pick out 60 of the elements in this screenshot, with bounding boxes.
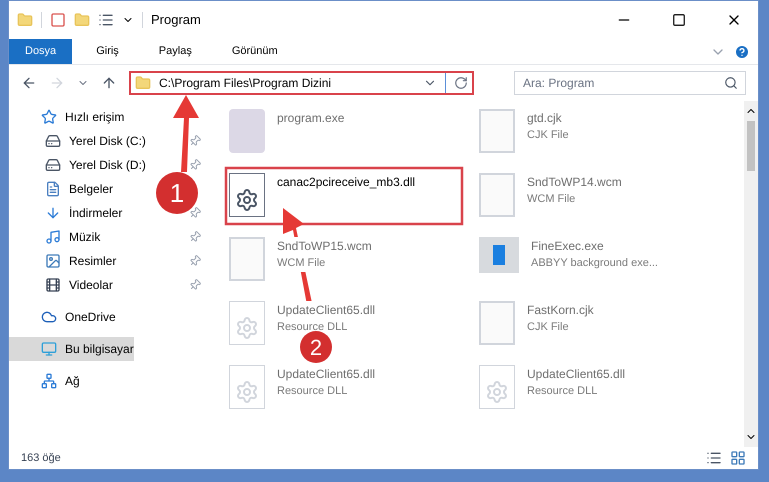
refresh-icon[interactable]: [454, 76, 468, 90]
ribbon-tab[interactable]: Dosya: [9, 39, 72, 64]
film-icon: [45, 277, 61, 293]
drive-icon: [45, 157, 61, 173]
picture-icon: [45, 253, 61, 269]
maximize-icon[interactable]: [672, 13, 686, 27]
view-menu-icon[interactable]: [98, 12, 114, 28]
large-icons-view-icon[interactable]: [730, 450, 746, 466]
sidebar-item[interactable]: Müzik: [45, 225, 100, 249]
blank-file-icon: [479, 173, 515, 217]
file-item[interactable]: program.exe: [209, 105, 459, 169]
scrollbar[interactable]: [744, 101, 758, 447]
window-icon: [479, 237, 519, 273]
blank-file-icon: [229, 237, 265, 281]
item-count: 163 öğe: [21, 450, 62, 466]
network-icon: [41, 373, 57, 389]
file-item[interactable]: UpdateClient65.dll Resource DLL: [459, 361, 709, 425]
sidebar-item[interactable]: Videolar: [45, 273, 113, 297]
file-item[interactable]: FineExec.exe ABBYY background exe...: [459, 233, 709, 297]
cloud-icon: [41, 309, 57, 325]
window-title: Program: [151, 11, 202, 30]
monitor-icon: [41, 341, 57, 357]
sidebar-item[interactable]: Yerel Disk (C:): [45, 129, 146, 153]
music-note-icon: [45, 229, 61, 245]
scroll-thumb[interactable]: [747, 121, 755, 171]
file-item[interactable]: UpdateClient65.dll Resource DLL: [209, 361, 459, 425]
gear-file-icon: [229, 301, 265, 345]
search-field[interactable]: Ara: Program: [514, 71, 746, 95]
gear-file-icon: [229, 365, 265, 409]
sidebar-item[interactable]: Belgeler: [45, 177, 114, 201]
drive-icon: [45, 133, 61, 149]
file-item[interactable]: SndToWP15.wcm WCM File: [209, 233, 459, 297]
details-view-icon[interactable]: [706, 450, 722, 466]
up-icon[interactable]: [101, 75, 117, 91]
sidebar-item[interactable]: Hızlı erişim: [41, 105, 124, 129]
sidebar-item[interactable]: Resimler: [45, 249, 116, 273]
search-icon: [724, 76, 738, 90]
star-icon: [41, 109, 57, 125]
blank-file-icon: [479, 109, 515, 153]
sidebar-item[interactable]: Yerel Disk (D:): [45, 153, 146, 177]
sidebar-item[interactable]: Bu bilgisayar: [9, 337, 134, 361]
ribbon-tab[interactable]: Giriş: [80, 39, 135, 64]
folder-icon: [135, 75, 151, 91]
help-icon[interactable]: [734, 44, 750, 60]
ribbon-tab[interactable]: Görünüm: [216, 39, 294, 64]
document-icon: [45, 181, 61, 197]
file-item[interactable]: gtd.cjk CJK File: [459, 105, 709, 169]
address-field[interactable]: C:\Program Files\Program Dizini: [129, 71, 474, 95]
gear-file-icon: [229, 173, 265, 217]
file-item[interactable]: SndToWP14.wcm WCM File: [459, 169, 709, 233]
ribbon-tab[interactable]: Paylaş: [142, 39, 208, 64]
sidebar-item[interactable]: Ağ: [41, 369, 80, 393]
file-item[interactable]: FastKorn.cjk CJK File: [459, 297, 709, 361]
application-icon: [229, 109, 265, 153]
sidebar-item[interactable]: OneDrive: [41, 305, 116, 329]
sidebar-item[interactable]: İndirmeler: [45, 201, 122, 225]
blank-file-icon: [479, 301, 515, 345]
gear-file-icon: [479, 365, 515, 409]
file-item[interactable]: canac2pcireceive_mb3.dll: [209, 169, 459, 233]
back-icon[interactable]: [21, 75, 37, 91]
